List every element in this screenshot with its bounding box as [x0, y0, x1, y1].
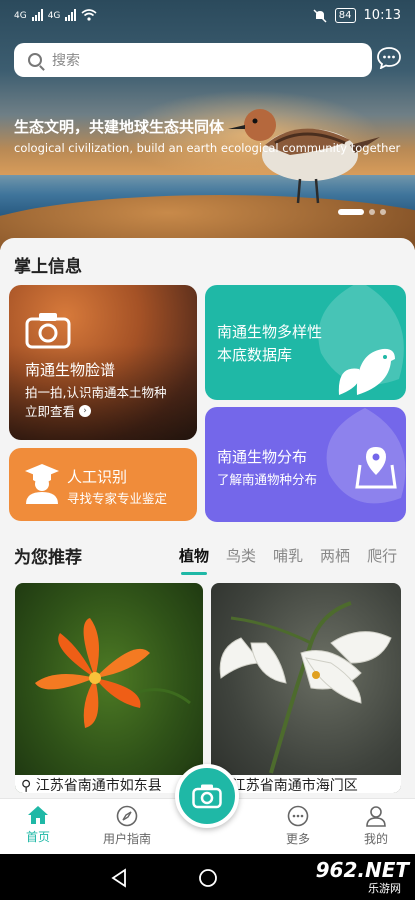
signal-icon-2	[65, 9, 77, 21]
tab-reptiles[interactable]: 爬行	[367, 545, 397, 566]
status-left: 4G 4G	[14, 9, 97, 21]
home-icon	[28, 806, 48, 824]
leaf-bird-icon	[338, 348, 395, 395]
battery-indicator: 84	[334, 8, 356, 23]
carousel-dot[interactable]	[380, 209, 386, 215]
search-placeholder: 搜索	[52, 53, 80, 69]
clock: 10:13	[363, 8, 401, 23]
camera-icon	[25, 313, 71, 349]
wifi-icon	[81, 9, 97, 21]
compass-icon	[116, 805, 138, 827]
watermark-brand: 962.NET	[315, 858, 409, 882]
category-tabs: 植物 鸟类 哺乳 两栖 爬行	[179, 545, 397, 566]
card-bio-line1: 南通生物多样性	[217, 323, 323, 341]
mute-bell-icon	[313, 8, 327, 23]
tab-mammals[interactable]: 哺乳	[273, 545, 303, 566]
expert-icon	[25, 464, 59, 504]
section-title-info: 掌上信息	[14, 257, 82, 277]
map-pin-icon	[355, 447, 397, 489]
nav-home[interactable]: 首页	[3, 805, 73, 845]
recommend-card-caption: ⚲ 江苏省南通市海门区	[211, 775, 401, 793]
more-icon	[287, 805, 309, 827]
carousel-dot[interactable]	[369, 209, 375, 215]
tab-amphibians[interactable]: 两栖	[320, 545, 350, 566]
section-title-recommend: 为您推荐	[14, 548, 82, 568]
arrow-right-icon: ›	[79, 404, 92, 417]
card-bio-line2: 本底数据库	[217, 346, 293, 364]
recommend-location: 江苏省南通市海门区	[231, 778, 358, 793]
card-face-action[interactable]: 立即查看 ›	[25, 401, 92, 420]
search-icon	[28, 53, 42, 67]
status-bar: 4G 4G 84 10:13	[0, 0, 415, 34]
user-icon	[366, 806, 386, 827]
nav-mine-label: 我的	[363, 832, 388, 846]
card-bio-face[interactable]: 南通生物脸谱 拍一拍,认识南通本土物种 立即查看 ›	[9, 285, 197, 440]
card-biodiversity-db[interactable]: 南通生物多样性 本底数据库	[205, 285, 406, 400]
nav-more[interactable]: 更多	[263, 805, 333, 847]
system-nav-bar: 962.NET 乐游网	[0, 854, 415, 900]
search-bar[interactable]: 搜索	[14, 43, 372, 77]
location-pin-icon: ⚲	[21, 778, 32, 793]
white-lily-image	[219, 601, 392, 774]
nav-guide[interactable]: 用户指南	[92, 805, 162, 847]
home-button-icon[interactable]	[198, 868, 218, 888]
message-icon[interactable]	[377, 47, 401, 69]
nav-home-label: 首页	[25, 830, 50, 844]
lily-flower-image	[35, 618, 191, 728]
signal-icon	[31, 9, 43, 21]
card-face-desc: 拍一拍,认识南通本土物种	[25, 385, 167, 400]
camera-icon	[192, 784, 222, 809]
card-face-title: 南通生物脸谱	[25, 361, 116, 379]
back-icon[interactable]	[110, 868, 128, 888]
banner[interactable]: 4G 4G 84 10:13 搜索 生态文明，共建地球生态共同体 cologic	[0, 0, 415, 250]
carousel-dots[interactable]	[338, 209, 386, 215]
card-ai-title: 人工识别	[67, 468, 128, 486]
status-right: 84 10:13	[313, 8, 401, 23]
tab-plants[interactable]: 植物	[179, 545, 209, 566]
recommend-location: 江苏省南通市如东县	[35, 778, 162, 793]
tab-birds[interactable]: 鸟类	[226, 545, 256, 566]
card-expert-id[interactable]: 人工识别 寻找专家专业鉴定	[9, 448, 197, 521]
network-label-2: 4G	[47, 11, 61, 21]
tab-underline	[181, 572, 207, 575]
watermark-sub: 乐游网	[368, 882, 401, 895]
banner-subline: cological civilization, build an earth e…	[14, 141, 401, 155]
nav-mine[interactable]: 我的	[341, 805, 411, 847]
nav-more-label: 更多	[285, 832, 310, 846]
network-label-1: 4G	[14, 11, 27, 21]
camera-fab-button[interactable]	[175, 764, 239, 828]
card-face-action-label: 立即查看	[25, 404, 76, 419]
card-dist-title: 南通生物分布	[217, 448, 308, 466]
card-dist-desc: 了解南通物种分布	[217, 472, 318, 487]
banner-headline: 生态文明，共建地球生态共同体	[14, 118, 225, 136]
card-ai-desc: 寻找专家专业鉴定	[67, 491, 168, 506]
card-distribution[interactable]: 南通生物分布 了解南通物种分布	[205, 407, 406, 522]
carousel-dot-active[interactable]	[338, 209, 364, 215]
recommend-card[interactable]: ⚲ 江苏省南通市如东县	[15, 583, 203, 793]
nav-guide-label: 用户指南	[102, 832, 151, 846]
recommend-card[interactable]: ⚲ 江苏省南通市海门区	[211, 583, 401, 793]
